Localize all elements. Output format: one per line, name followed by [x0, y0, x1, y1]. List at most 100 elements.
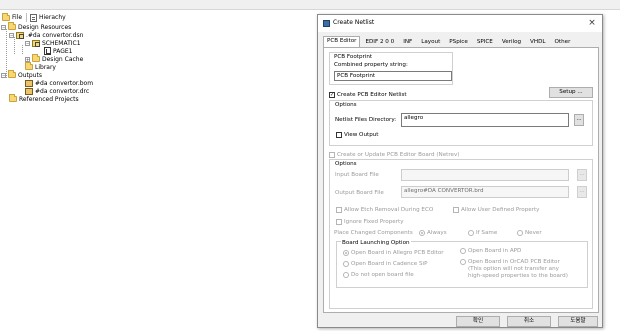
- folder-icon: [2, 12, 10, 21]
- open-allegro-label: Open Board in Allegro PCB Editor: [351, 250, 444, 256]
- tree-label: SCHEMATIC1: [42, 39, 81, 47]
- open-orcad-radio[interactable]: [460, 259, 466, 265]
- netlist-tabs: PCB Editor EDIF 2 0 0 INF Layout PSpice …: [323, 36, 575, 47]
- allow-etch-label: Allow Etch Removal During ECO: [344, 207, 434, 213]
- input-board-input[interactable]: [401, 169, 569, 181]
- board-launching-title: Board Launching Option: [341, 240, 411, 246]
- open-orcad-note-1: (This option will not transfer any: [468, 266, 559, 272]
- board-options-title: Options: [335, 161, 357, 167]
- tab-separator: [26, 13, 28, 22]
- open-allegro-radio[interactable]: [343, 250, 349, 256]
- tab-file[interactable]: File: [2, 12, 28, 22]
- open-orcad-label: Open Board in OrCAD PCB Editor: [468, 259, 560, 265]
- folder-icon: [8, 70, 16, 78]
- tab-vhdl[interactable]: VHDL: [526, 37, 549, 46]
- tree-item-referenced[interactable]: Referenced Projects: [9, 94, 79, 103]
- browse-input-board-button[interactable]: ...: [577, 169, 587, 181]
- dialog-title: Create Netlist: [333, 19, 375, 26]
- tree-item-design-resources[interactable]: − Design Resources: [1, 22, 72, 31]
- tree-item-library[interactable]: Library: [25, 62, 56, 71]
- open-apd-label: Open Board in APD: [468, 248, 522, 254]
- view-output-checkbox[interactable]: [336, 132, 342, 138]
- place-if-same-radio[interactable]: [468, 230, 474, 236]
- tab-pspice[interactable]: PSpice: [445, 37, 472, 46]
- open-orcad-note-2: high-speed properties to the board): [468, 273, 568, 279]
- output-file-icon: [25, 79, 33, 87]
- collapse-icon[interactable]: −: [25, 40, 30, 46]
- open-sip-label: Open Board in Cadence SiP: [351, 261, 428, 267]
- tree-item-schematic[interactable]: − SCHEMATIC1: [25, 39, 81, 47]
- tab-verilog[interactable]: Verilog: [498, 37, 525, 46]
- place-never-radio[interactable]: [517, 230, 523, 236]
- project-tabstrip: File Hierachy: [0, 12, 320, 22]
- dialog-titlebar: Create Netlist ×: [318, 15, 602, 32]
- tab-inf[interactable]: INF: [399, 37, 416, 46]
- close-icon[interactable]: ×: [586, 17, 598, 29]
- update-board-checkbox[interactable]: [329, 152, 335, 158]
- app-icon: [323, 20, 330, 27]
- tab-file-label: File: [12, 14, 23, 21]
- input-board-label: Input Board File: [335, 172, 379, 178]
- tree-label: Outputs: [18, 71, 42, 79]
- tree-label: Library: [35, 63, 56, 71]
- tab-hierarchy[interactable]: Hierachy: [30, 13, 66, 22]
- combined-property-input[interactable]: PCB Footprint: [334, 71, 452, 81]
- browse-dir-button[interactable]: ...: [574, 114, 584, 126]
- tree-item-drc[interactable]: #da convertor.drc: [25, 87, 89, 95]
- do-not-open-radio[interactable]: [343, 272, 349, 278]
- collapse-icon[interactable]: −: [1, 24, 6, 30]
- folder-icon: [8, 22, 16, 30]
- allow-etch-checkbox[interactable]: [336, 207, 342, 213]
- allow-user-property-checkbox[interactable]: [453, 207, 459, 213]
- tree-item-page[interactable]: PAGE1: [44, 47, 73, 55]
- collapse-icon[interactable]: −: [1, 72, 6, 78]
- setup-button[interactable]: Setup ...: [549, 87, 593, 98]
- tab-edif[interactable]: EDIF 2 0 0: [361, 37, 398, 46]
- tab-layout[interactable]: Layout: [417, 37, 444, 46]
- tree-item-dsn[interactable]: − .#da convertor.dsn: [9, 31, 83, 39]
- browse-output-board-button[interactable]: ...: [577, 186, 587, 198]
- schematic-folder-icon: [32, 39, 40, 47]
- footprint-group-label: PCB Footprint: [334, 54, 373, 60]
- collapse-icon[interactable]: −: [9, 32, 14, 38]
- tree-label: #da convertor.bom: [35, 79, 94, 87]
- page-icon: [44, 47, 51, 55]
- folder-icon: [9, 94, 17, 102]
- open-sip-radio[interactable]: [343, 261, 349, 267]
- output-board-label: Output Board File: [335, 190, 384, 196]
- tree-label: Design Resources: [18, 23, 72, 31]
- hierarchy-icon: [30, 13, 37, 22]
- combined-property-label: Combined property string:: [334, 62, 408, 68]
- expand-icon[interactable]: +: [25, 56, 30, 62]
- output-file-icon: [25, 87, 33, 95]
- open-apd-radio[interactable]: [460, 248, 466, 254]
- cancel-button[interactable]: 취소: [507, 316, 551, 327]
- place-never-label: Never: [525, 230, 542, 236]
- tree-item-design-cache[interactable]: + Design Cache: [25, 54, 84, 63]
- ignore-fixed-label: Ignore Fixed Property: [344, 219, 404, 225]
- output-board-input[interactable]: allegro#DA CONVERTOR.brd: [401, 186, 569, 198]
- place-if-same-label: If Same: [476, 230, 498, 236]
- ignore-fixed-checkbox[interactable]: [336, 219, 342, 225]
- update-board-label: Create or Update PCB Editor Board (Netre…: [337, 152, 460, 158]
- create-netlist-checkbox[interactable]: ✓: [329, 92, 335, 98]
- ok-button[interactable]: 확인: [456, 316, 500, 327]
- netlist-dir-label: Netlist Files Directory:: [335, 117, 397, 123]
- place-always-radio[interactable]: [419, 230, 425, 236]
- create-netlist-dialog: Create Netlist × PCB Editor EDIF 2 0 0 I…: [317, 14, 603, 328]
- tab-hierarchy-label: Hierachy: [39, 14, 66, 21]
- top-toolbar: [0, 0, 620, 10]
- tree-label: Referenced Projects: [19, 95, 79, 103]
- netlist-dir-input[interactable]: allegro: [401, 113, 569, 127]
- folder-icon: [25, 62, 33, 70]
- tab-pcb-editor[interactable]: PCB Editor: [323, 36, 361, 47]
- tab-other[interactable]: Other: [551, 37, 575, 46]
- help-button[interactable]: 도움말: [558, 316, 598, 327]
- tab-spice[interactable]: SPICE: [473, 37, 497, 46]
- tree-item-outputs[interactable]: − Outputs: [1, 70, 42, 79]
- tree-label: Design Cache: [42, 55, 84, 63]
- create-netlist-label: Create PCB Editor Netlist: [337, 92, 407, 98]
- tree-item-bom[interactable]: #da convertor.bom: [25, 79, 93, 87]
- tree-label: #da convertor.drc: [35, 87, 90, 95]
- place-always-label: Always: [427, 230, 447, 236]
